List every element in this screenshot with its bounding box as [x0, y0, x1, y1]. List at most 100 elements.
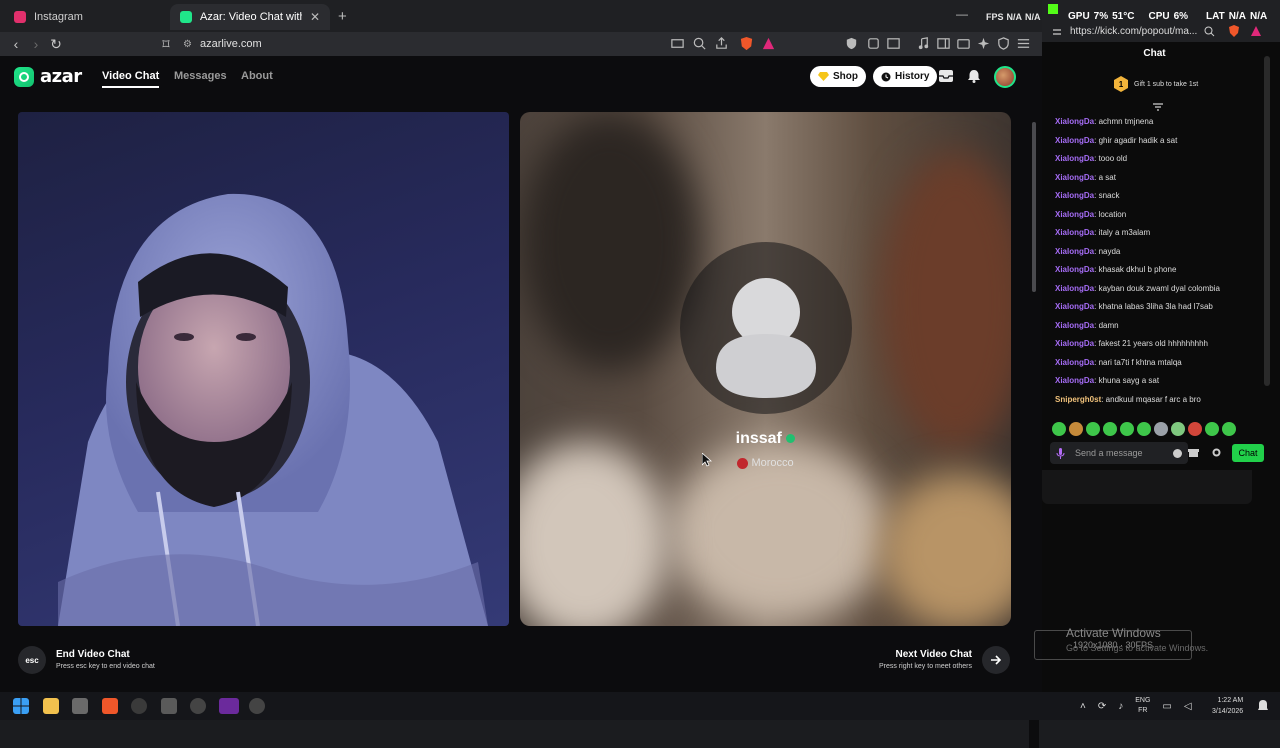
- bell-icon[interactable]: [966, 68, 982, 84]
- emote-icon[interactable]: [1069, 422, 1083, 436]
- brave-browser-icon[interactable]: [102, 698, 118, 714]
- microphone-icon[interactable]: [1056, 447, 1065, 459]
- sidebar-icon[interactable]: [936, 36, 951, 51]
- nav-messages[interactable]: Messages: [174, 70, 227, 82]
- chat-username[interactable]: XialongDa: [1055, 265, 1094, 274]
- chat-username[interactable]: XialongDa: [1055, 376, 1094, 385]
- chat-username[interactable]: Snipergh0st: [1055, 395, 1101, 404]
- gift-icon[interactable]: [1188, 447, 1199, 458]
- screenshot-icon[interactable]: [886, 36, 901, 51]
- shield-icon[interactable]: [996, 36, 1011, 51]
- azar-logo-icon: [14, 66, 34, 87]
- new-tab-button[interactable]: +: [338, 8, 347, 25]
- emote-icon[interactable]: [1188, 422, 1202, 436]
- gift-rank-badge: 1: [1114, 76, 1128, 92]
- emote-icon[interactable]: [1086, 422, 1100, 436]
- store-icon[interactable]: [72, 698, 88, 714]
- chat-input[interactable]: Send a message: [1050, 442, 1188, 464]
- chat-message-text: : location: [1094, 209, 1127, 219]
- bookmark-icon[interactable]: ⌑: [158, 36, 174, 52]
- emote-icon[interactable]: [1052, 422, 1066, 436]
- inbox-icon[interactable]: [938, 68, 954, 84]
- emote-icon[interactable]: [1222, 422, 1236, 436]
- file-explorer-icon[interactable]: [43, 698, 59, 714]
- chat-username[interactable]: XialongDa: [1055, 117, 1094, 126]
- windows-start-icon[interactable]: [13, 698, 29, 714]
- chevron-up-icon[interactable]: ˄: [1080, 701, 1086, 712]
- chat-username[interactable]: XialongDa: [1055, 136, 1094, 145]
- extensions-icon[interactable]: [866, 36, 881, 51]
- media-icon[interactable]: [916, 36, 931, 51]
- settings-icon[interactable]: [1211, 447, 1222, 458]
- collapse-icon[interactable]: [1152, 103, 1164, 111]
- chat-username[interactable]: XialongDa: [1055, 173, 1094, 182]
- chat-username[interactable]: XialongDa: [1055, 339, 1094, 348]
- obs-icon[interactable]: [131, 698, 147, 714]
- brave-shield-icon[interactable]: [1228, 25, 1240, 37]
- kick-url[interactable]: https://kick.com/popout/ma...: [1070, 26, 1197, 37]
- kick-logo-icon: [1048, 4, 1058, 14]
- tab-instagram[interactable]: Instagram: [4, 4, 170, 30]
- sync-icon[interactable]: ⟳: [1098, 701, 1106, 712]
- brave-rewards-icon[interactable]: [761, 36, 776, 51]
- volume-icon[interactable]: ◁: [1184, 701, 1192, 712]
- chat-username[interactable]: XialongDa: [1055, 321, 1094, 330]
- chat-username[interactable]: XialongDa: [1055, 210, 1094, 219]
- cast-icon[interactable]: [670, 36, 685, 51]
- chat-scrollbar[interactable]: [1264, 56, 1270, 386]
- chat-username[interactable]: XialongDa: [1055, 302, 1094, 311]
- nav-about[interactable]: About: [241, 70, 273, 82]
- nav-video-chat[interactable]: Video Chat: [102, 70, 160, 88]
- minimize-icon[interactable]: —: [956, 7, 968, 21]
- app-icon[interactable]: [190, 698, 206, 714]
- brave-rewards-icon[interactable]: [1250, 25, 1262, 37]
- vpn-icon[interactable]: [844, 36, 859, 51]
- language-indicator[interactable]: ENG FR: [1135, 696, 1150, 716]
- network-icon[interactable]: ▭: [1162, 701, 1171, 712]
- leo-ai-icon[interactable]: [976, 36, 991, 51]
- brave-shield-icon[interactable]: [739, 36, 754, 51]
- emote-icon[interactable]: [1171, 422, 1185, 436]
- microphone-icon[interactable]: ♪: [1118, 701, 1123, 712]
- emote-icon[interactable]: [1154, 422, 1168, 436]
- end-chat-button[interactable]: esc: [18, 646, 46, 674]
- reload-icon[interactable]: ↻: [48, 36, 64, 52]
- back-icon[interactable]: ‹: [8, 36, 24, 52]
- site-info-icon[interactable]: ⚙: [183, 39, 192, 50]
- chat-username[interactable]: XialongDa: [1055, 284, 1094, 293]
- menu-icon[interactable]: [1016, 36, 1031, 51]
- azar-logo[interactable]: azar: [14, 66, 82, 87]
- emote-icon[interactable]: [1137, 422, 1151, 436]
- share-icon[interactable]: [714, 36, 729, 51]
- taskbar-clock[interactable]: 1:22 AM 3/14/2026: [1212, 695, 1243, 717]
- chat-username[interactable]: XialongDa: [1055, 191, 1094, 200]
- user-avatar[interactable]: [994, 66, 1016, 88]
- shop-button[interactable]: Shop: [810, 66, 866, 87]
- wallet-icon[interactable]: [956, 36, 971, 51]
- mouse-cursor-icon: [702, 453, 712, 467]
- emote-icon[interactable]: [1205, 422, 1219, 436]
- emote-icon[interactable]: [1103, 422, 1117, 436]
- chat-username[interactable]: XialongDa: [1055, 154, 1094, 163]
- gift-sub-banner[interactable]: 1 Gift 1 sub to take 1st: [1114, 76, 1198, 92]
- send-chat-button[interactable]: Chat: [1232, 444, 1264, 462]
- emoji-icon[interactable]: [1173, 448, 1182, 458]
- next-chat-button[interactable]: [982, 646, 1010, 674]
- chat-username[interactable]: XialongDa: [1055, 247, 1094, 256]
- partner-location: Morocco: [520, 457, 1011, 469]
- app-icon[interactable]: [219, 698, 239, 714]
- forward-icon[interactable]: ›: [28, 36, 44, 52]
- chat-username[interactable]: XialongDa: [1055, 358, 1094, 367]
- tab-azar[interactable]: Azar: Video Chat with New Pe ✕: [170, 4, 330, 30]
- notification-icon[interactable]: [1257, 699, 1269, 713]
- emote-icon[interactable]: [1120, 422, 1134, 436]
- url-text: azarlive.com: [199, 38, 262, 50]
- zoom-icon[interactable]: [692, 36, 707, 51]
- history-button[interactable]: History: [873, 66, 938, 87]
- close-icon[interactable]: ✕: [310, 10, 320, 24]
- chat-username[interactable]: XialongDa: [1055, 228, 1094, 237]
- app-icon[interactable]: [249, 698, 265, 714]
- app-icon[interactable]: [161, 698, 177, 714]
- site-settings-icon[interactable]: [1052, 27, 1062, 37]
- zoom-icon[interactable]: [1204, 26, 1215, 37]
